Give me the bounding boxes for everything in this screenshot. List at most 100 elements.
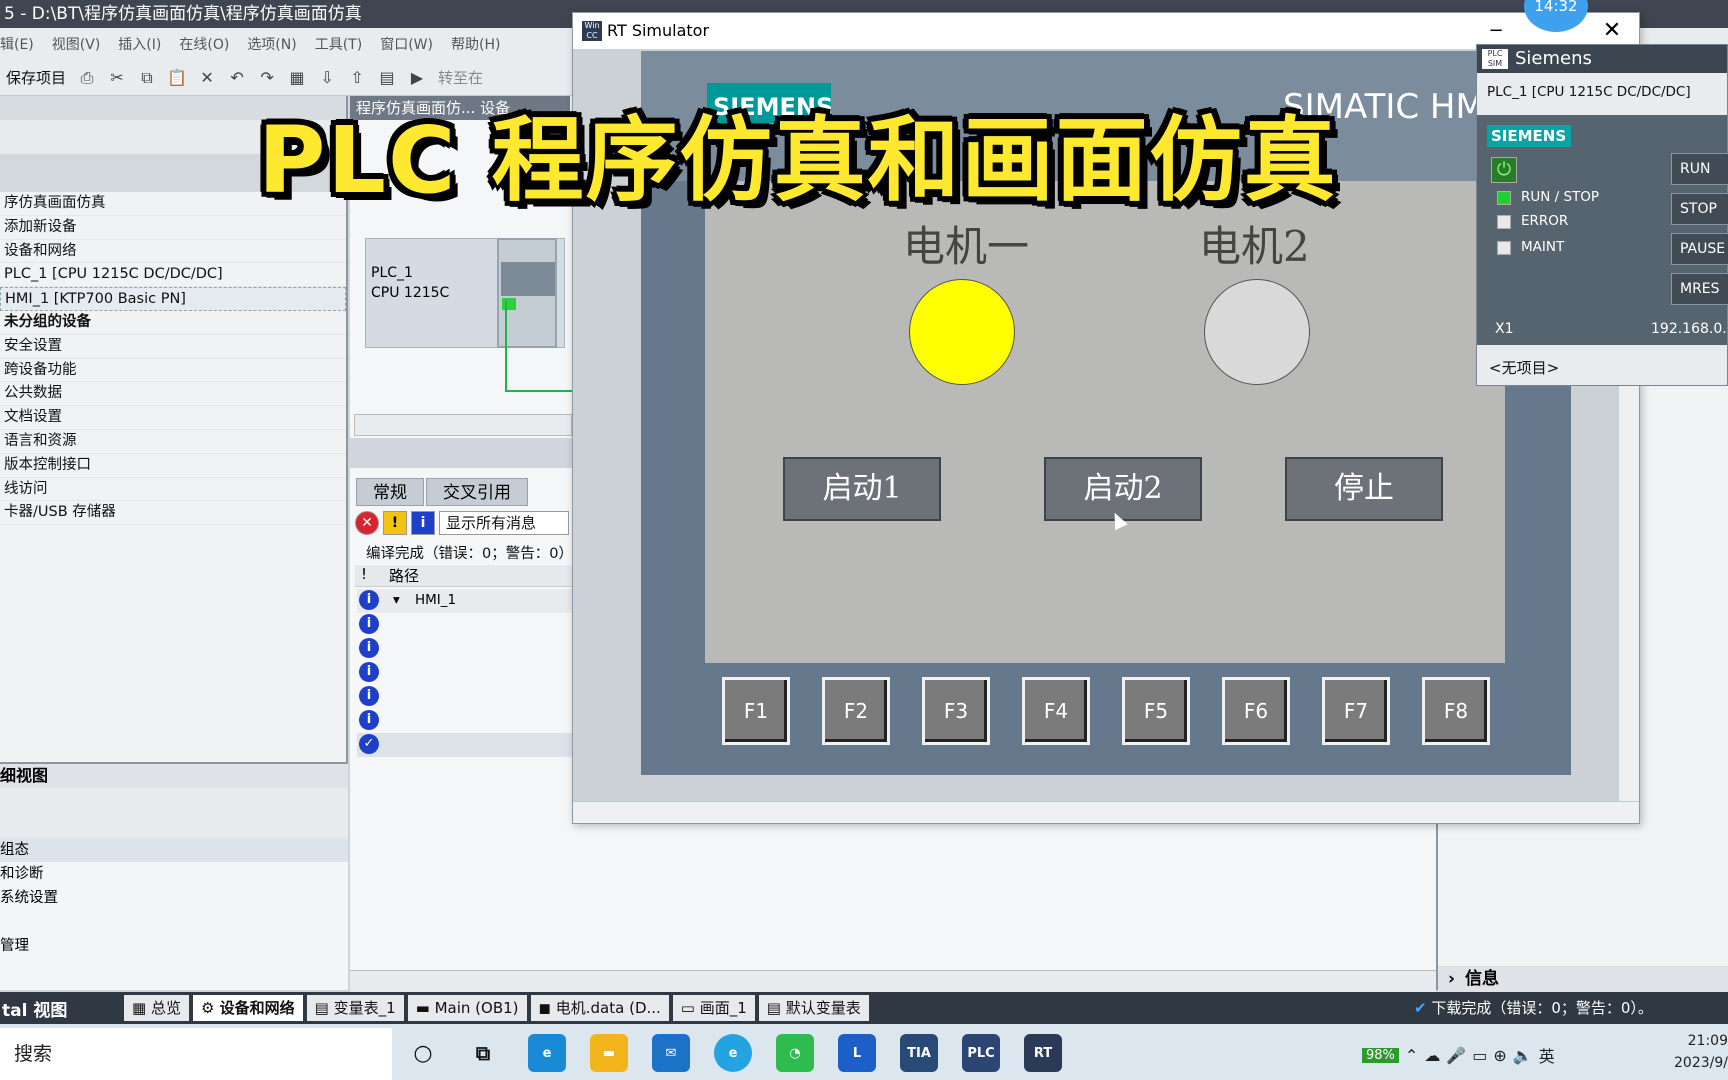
task-view-icon[interactable]: ⧉ [464, 1034, 502, 1072]
tab-devices-networks[interactable]: ⚙ 设备和网络 [192, 995, 303, 1021]
go-online-button[interactable]: 转至在 [432, 67, 483, 88]
wincc-rt-icon[interactable]: RT [1024, 1034, 1062, 1072]
input-language[interactable]: 英 [1539, 1043, 1555, 1067]
simulate-icon[interactable]: ▤ [375, 67, 399, 89]
detail-row[interactable] [0, 910, 348, 934]
expand-icon[interactable]: › [1438, 969, 1465, 989]
detail-row[interactable]: 和诊断 [0, 862, 348, 886]
tab-tag-table[interactable]: ▤ 变量表_1 [306, 995, 404, 1021]
workspace-scrollbar[interactable] [350, 970, 1436, 992]
portal-view-button[interactable]: tal 视图 [0, 996, 124, 1021]
menu-window[interactable]: 窗口(W) [380, 34, 433, 54]
wechat-icon[interactable]: ◔ [776, 1034, 814, 1072]
tia-portal-icon[interactable]: TIA [900, 1034, 938, 1072]
mres-button[interactable]: MRES [1671, 273, 1728, 305]
menu-edit[interactable]: 辑(E) [0, 34, 34, 54]
taskbar-search[interactable]: 搜索 [0, 1028, 392, 1080]
cortana-icon[interactable]: ○ [404, 1034, 442, 1072]
tree-devices-networks[interactable]: 设备和网络 [0, 240, 346, 264]
menu-tools[interactable]: 工具(T) [315, 34, 362, 54]
info-filter-icon[interactable]: i [411, 511, 435, 535]
upload-icon[interactable]: ⇧ [345, 67, 369, 89]
tab-cross-ref[interactable]: 交叉引用 [426, 478, 528, 506]
save-project-button[interactable]: 保存项目 [0, 67, 72, 88]
f4-key[interactable]: F4 [1022, 677, 1090, 745]
tree-security[interactable]: 安全设置 [0, 335, 346, 359]
cloud-icon[interactable]: ☁ [1424, 1046, 1440, 1065]
network-icon[interactable]: ▭ [1472, 1046, 1487, 1065]
expand-icon[interactable]: ▾ [393, 592, 400, 608]
battery-icon[interactable]: 98% [1362, 1047, 1399, 1063]
tab-general[interactable]: 常规 [356, 478, 424, 506]
menu-options[interactable]: 选项(N) [247, 34, 296, 54]
pause-button[interactable]: PAUSE [1671, 233, 1728, 265]
microphone-icon[interactable]: 🎤 [1446, 1046, 1466, 1065]
warning-filter-icon[interactable]: ! [383, 511, 407, 535]
message-row[interactable]: ✓ [357, 733, 572, 757]
f3-key[interactable]: F3 [922, 677, 990, 745]
message-row[interactable]: i [357, 637, 572, 661]
run-button[interactable]: RUN [1671, 153, 1728, 185]
message-row[interactable]: i [357, 685, 572, 709]
file-explorer-icon[interactable]: ▬ [590, 1034, 628, 1072]
tab-motor-db[interactable]: ◼ 电机.data (D... [530, 995, 669, 1021]
redo-icon[interactable]: ↷ [255, 67, 279, 89]
tab-screen1[interactable]: ▭ 画面_1 [672, 995, 755, 1021]
taskbar-clock[interactable]: 21:09 2023/9/ [1660, 1030, 1728, 1074]
lenovo-icon[interactable]: L [838, 1034, 876, 1072]
compile-icon[interactable]: ▦ [285, 67, 309, 89]
browser-icon[interactable]: e [714, 1034, 752, 1072]
tree-doc-settings[interactable]: 文档设置 [0, 406, 346, 430]
f2-key[interactable]: F2 [822, 677, 890, 745]
paste-icon[interactable]: 📋 [165, 67, 189, 89]
menu-view[interactable]: 视图(V) [52, 34, 101, 54]
tree-add-device[interactable]: 添加新设备 [0, 216, 346, 240]
plcsim-icon[interactable]: PLC [962, 1034, 1000, 1072]
power-icon[interactable]: ⏻ [1491, 157, 1517, 183]
tree-common-data[interactable]: 公共数据 [0, 382, 346, 407]
start2-button[interactable]: 启动2 [1044, 457, 1202, 521]
mail-icon[interactable]: ✉ [652, 1034, 690, 1072]
copy-icon[interactable]: ⧉ [135, 67, 159, 89]
volume-icon[interactable]: 🔈 [1513, 1046, 1533, 1065]
tree-card-reader[interactable]: 卡器/USB 存储器 [0, 501, 346, 526]
tree-plc1[interactable]: PLC_1 [CPU 1215C DC/DC/DC] [0, 263, 346, 288]
message-row[interactable]: i [357, 709, 572, 733]
start1-button[interactable]: 启动1 [783, 457, 941, 521]
menu-online[interactable]: 在线(O) [179, 34, 229, 54]
menu-insert[interactable]: 插入(I) [118, 34, 161, 54]
tree-languages[interactable]: 语言和资源 [0, 430, 346, 454]
print-icon[interactable]: ⎙ [75, 67, 99, 89]
stop-button[interactable]: STOP [1671, 193, 1728, 225]
download-icon[interactable]: ⇩ [315, 67, 339, 89]
f1-key[interactable]: F1 [722, 677, 790, 745]
chevron-up-icon[interactable]: ⌃ [1405, 1046, 1418, 1065]
error-filter-icon[interactable]: ✕ [355, 511, 379, 535]
rt-horizontal-scrollbar[interactable] [573, 801, 1639, 823]
undo-icon[interactable]: ↶ [225, 67, 249, 89]
tab-main-ob1[interactable]: ▬ Main (OB1) [407, 995, 527, 1021]
tree-ungrouped[interactable]: 未分组的设备 [0, 311, 346, 335]
detail-row[interactable]: 组态 [0, 838, 348, 862]
tree-cross-device[interactable]: 跨设备功能 [0, 359, 346, 383]
tree-online-access[interactable]: 线访问 [0, 478, 346, 502]
message-row[interactable]: i ▾ HMI_1 [357, 589, 572, 613]
detail-row[interactable]: 系统设置 [0, 886, 348, 910]
tab-default-tags[interactable]: ▤ 默认变量表 [758, 995, 869, 1021]
stop-button[interactable]: 停止 [1285, 457, 1443, 521]
delete-icon[interactable]: ✕ [195, 67, 219, 89]
f6-key[interactable]: F6 [1222, 677, 1290, 745]
message-filter-select[interactable]: 显示所有消息 [439, 511, 569, 535]
detail-row[interactable]: 管理 [0, 934, 348, 958]
tree-hmi1[interactable]: HMI_1 [KTP700 Basic PN] [0, 287, 346, 311]
message-row[interactable]: i [357, 661, 572, 685]
f8-key[interactable]: F8 [1422, 677, 1490, 745]
edge-icon[interactable]: e [528, 1034, 566, 1072]
globe-icon[interactable]: ⊕ [1493, 1046, 1506, 1065]
tab-overview[interactable]: ▦ 总览 [124, 995, 189, 1021]
f7-key[interactable]: F7 [1322, 677, 1390, 745]
tree-version-control[interactable]: 版本控制接口 [0, 454, 346, 478]
f5-key[interactable]: F5 [1122, 677, 1190, 745]
start-simulation-icon[interactable]: ▶ [405, 67, 429, 89]
message-row[interactable]: i [357, 613, 572, 637]
